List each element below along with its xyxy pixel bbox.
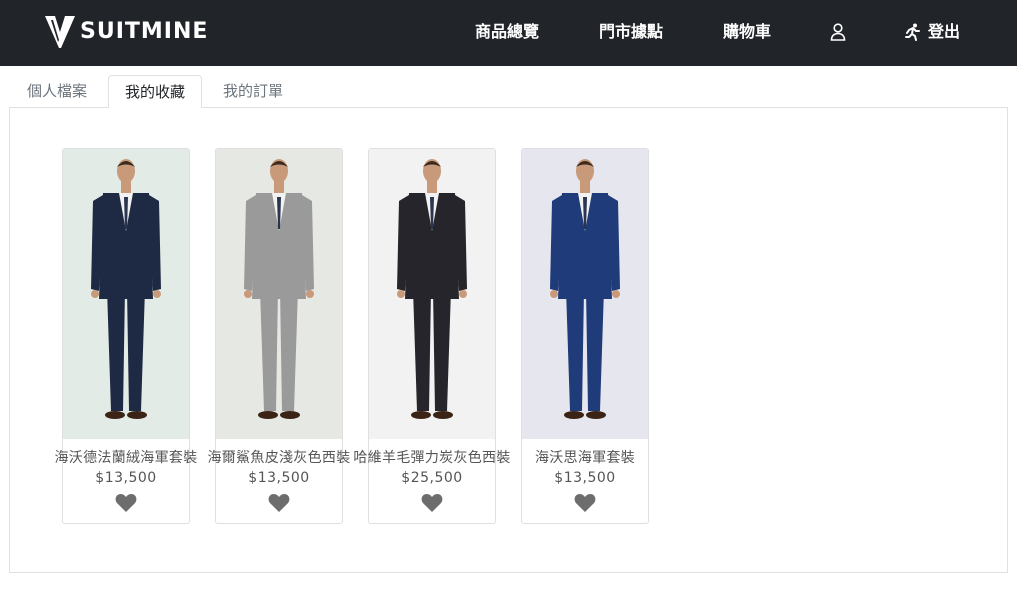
product-photo[interactable] bbox=[216, 149, 342, 439]
tab-favorites[interactable]: 我的收藏 bbox=[108, 75, 203, 108]
product-name[interactable]: 海沃思海軍套裝 bbox=[535, 447, 635, 467]
favorite-card[interactable]: 海沃德法蘭絨海軍套裝 $13,500 bbox=[55, 148, 197, 524]
logout-label: 登出 bbox=[928, 22, 961, 41]
nav-products[interactable]: 商品總覽 bbox=[475, 21, 539, 43]
favorite-card[interactable]: 海沃思海軍套裝 $13,500 bbox=[521, 148, 649, 524]
product-photo[interactable] bbox=[63, 149, 189, 439]
product-price: $25,500 bbox=[401, 470, 463, 486]
heart-icon bbox=[115, 494, 137, 512]
user-icon bbox=[830, 23, 846, 41]
tab-profile[interactable]: 個人檔案 bbox=[11, 75, 103, 108]
product-photo[interactable] bbox=[369, 149, 495, 439]
favorite-toggle[interactable] bbox=[421, 493, 443, 513]
favorite-toggle[interactable] bbox=[268, 493, 290, 513]
product-name[interactable]: 哈維羊毛彈力炭灰色西裝 bbox=[353, 447, 510, 467]
favorite-toggle[interactable] bbox=[574, 493, 596, 513]
tab-orders[interactable]: 我的訂單 bbox=[207, 75, 299, 108]
product-price: $13,500 bbox=[95, 470, 157, 486]
heart-icon bbox=[268, 494, 290, 512]
nav-account[interactable] bbox=[830, 21, 846, 43]
nav-logout[interactable]: 登出 bbox=[905, 21, 960, 43]
product-name[interactable]: 海沃德法蘭絨海軍套裝 bbox=[55, 447, 198, 467]
product-price: $13,500 bbox=[554, 470, 616, 486]
nav-stores[interactable]: 門市據點 bbox=[599, 21, 663, 43]
running-person-icon bbox=[905, 23, 920, 41]
favorite-card[interactable]: 海爾鯊魚皮淺灰色西裝 $13,500 bbox=[208, 148, 350, 524]
product-price: $13,500 bbox=[248, 470, 310, 486]
product-photo[interactable] bbox=[522, 149, 648, 439]
brand-name: SUITMINE bbox=[80, 18, 209, 44]
favorite-toggle[interactable] bbox=[115, 493, 137, 513]
nav-cart[interactable]: 購物車 bbox=[723, 21, 771, 43]
product-name[interactable]: 海爾鯊魚皮淺灰色西裝 bbox=[208, 447, 351, 467]
favorite-card[interactable]: 哈維羊毛彈力炭灰色西裝 $25,500 bbox=[353, 148, 510, 524]
heart-icon bbox=[421, 494, 443, 512]
heart-icon bbox=[574, 494, 596, 512]
brand-logo[interactable]: SUITMINE bbox=[44, 12, 208, 50]
top-navbar: SUITMINE 商品總覽 門市據點 購物車 登出 bbox=[0, 0, 1017, 66]
brand-logo-icon bbox=[45, 16, 75, 48]
